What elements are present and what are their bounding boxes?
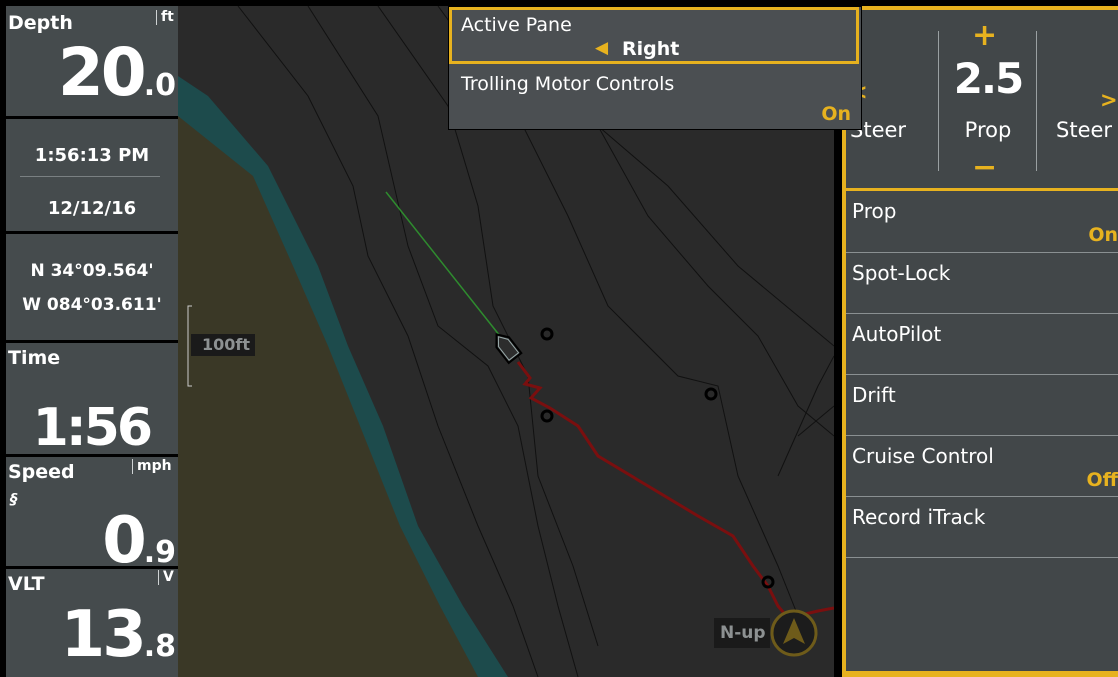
speed-label: Speed xyxy=(8,461,75,483)
speed-increase-button[interactable]: + xyxy=(972,18,997,53)
speed-unit: mph xyxy=(132,459,172,474)
prop-button[interactable]: Prop xyxy=(940,118,1036,142)
trolling-motor-controls: < Steer + 2.5 Prop − > Steer xyxy=(846,10,1118,188)
time-value: 1:56 xyxy=(32,398,153,458)
menu-empty-space xyxy=(846,557,1118,674)
menu-item-cruise-control[interactable]: Cruise Control Off xyxy=(846,435,1118,496)
left-arrow-icon: ◀ xyxy=(595,38,609,58)
depth-label: Depth xyxy=(8,12,73,34)
longitude-readout: W 084°03.611' xyxy=(22,295,162,315)
steer-right-arrow-icon: > xyxy=(1100,88,1118,112)
active-pane-value: Right xyxy=(622,38,680,60)
latitude-readout: N 34°09.564' xyxy=(30,261,154,281)
speed-decrease-button[interactable]: − xyxy=(972,150,997,185)
waypoint-icon[interactable] xyxy=(540,327,775,589)
active-pane-label: Active Pane xyxy=(461,14,572,36)
orientation-label: N-up xyxy=(720,623,766,643)
date-readout: 12/12/16 xyxy=(47,198,137,219)
menu-item-prop[interactable]: Prop On xyxy=(846,191,1118,251)
gps-source-icon: § xyxy=(10,490,18,508)
steer-right-button[interactable]: Steer xyxy=(1056,118,1112,142)
vlt-label: VLT xyxy=(8,573,45,595)
trolling-motor-label: Trolling Motor Controls xyxy=(461,73,675,95)
land-area xyxy=(178,116,478,677)
trolling-motor-value: On xyxy=(821,103,851,125)
x-press-menu: Active Pane ◀ Right Trolling Motor Contr… xyxy=(448,6,862,130)
vlt-value: 13.8 xyxy=(60,598,176,672)
vlt-unit: V xyxy=(158,570,174,585)
boat-icon xyxy=(495,333,523,365)
menu-item-spot-lock[interactable]: Spot-Lock xyxy=(846,252,1118,313)
menu-item-active-pane[interactable]: Active Pane ◀ Right xyxy=(449,7,859,64)
menu-item-record-itrack[interactable]: Record iTrack xyxy=(846,496,1118,557)
prop-speed-value: 2.5 xyxy=(953,54,1024,103)
menu-item-autopilot[interactable]: AutoPilot xyxy=(846,313,1118,374)
time-label: Time xyxy=(8,347,61,369)
data-bar: Depth ft 20.0 1:56:13 PM 12/12/16 N 34°0… xyxy=(6,6,178,677)
menu-item-trolling-motor-controls[interactable]: Trolling Motor Controls On xyxy=(449,65,859,129)
course-line xyxy=(385,191,501,337)
depth-unit: ft xyxy=(156,10,174,25)
menu-item-drift[interactable]: Drift xyxy=(846,374,1118,435)
screen: Depth ft 20.0 1:56:13 PM 12/12/16 N 34°0… xyxy=(6,6,1118,677)
depth-value: 20.0 xyxy=(57,34,176,111)
range-label: 100ft xyxy=(202,335,251,354)
trolling-motor-pane[interactable]: < Steer + 2.5 Prop − > Steer Prop On Spo… xyxy=(842,6,1118,677)
clock-readout: 1:56:13 PM xyxy=(34,145,150,166)
itrack-trail xyxy=(516,361,834,620)
